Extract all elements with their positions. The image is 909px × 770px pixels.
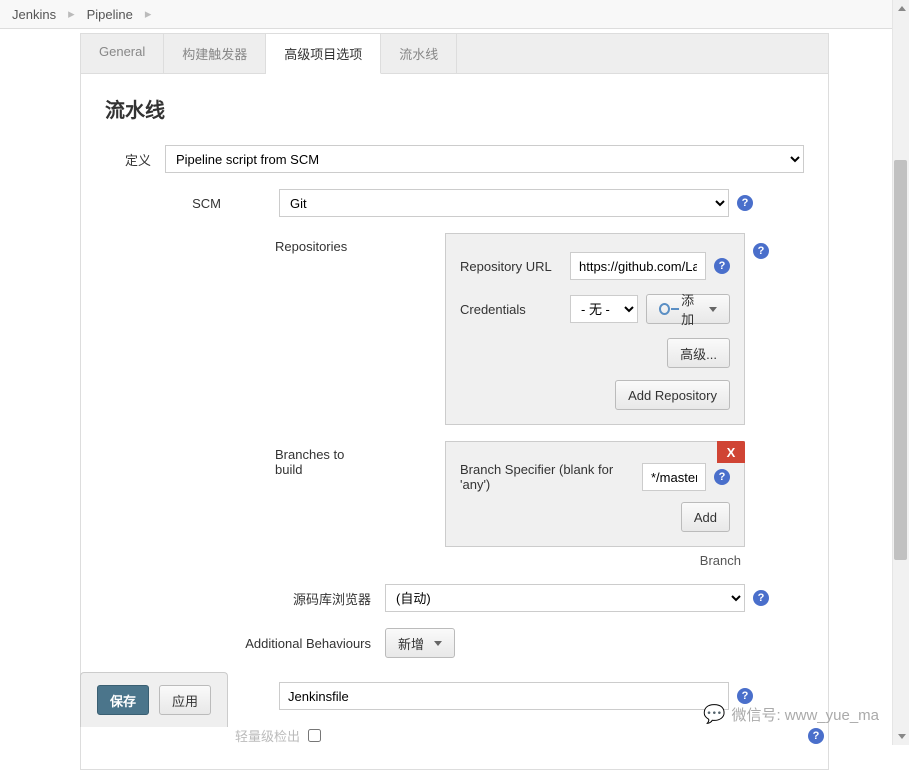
help-icon[interactable]: ? bbox=[737, 688, 753, 704]
help-icon[interactable]: ? bbox=[808, 728, 824, 744]
breadcrumb-separator: ▸ bbox=[145, 6, 152, 22]
breadcrumb-jenkins[interactable]: Jenkins bbox=[12, 7, 56, 22]
row-lightweight-checkout: 轻量级检出 ? bbox=[235, 726, 804, 745]
scrollbar[interactable] bbox=[892, 0, 909, 745]
select-repo-browser[interactable]: (自动) bbox=[385, 584, 745, 612]
apply-button[interactable]: 应用 bbox=[159, 685, 211, 715]
help-icon[interactable]: ? bbox=[753, 243, 769, 259]
select-credentials[interactable]: - 无 - bbox=[570, 295, 638, 323]
help-icon[interactable]: ? bbox=[737, 195, 753, 211]
input-script-path[interactable] bbox=[279, 682, 729, 710]
label-definition: 定义 bbox=[105, 150, 165, 169]
help-icon[interactable]: ? bbox=[714, 469, 730, 485]
chevron-down-icon bbox=[434, 641, 442, 646]
help-icon[interactable]: ? bbox=[753, 590, 769, 606]
row-branches: Branches to build X Branch Specifier (bl… bbox=[105, 441, 804, 568]
watermark-text: 微信号: www_yue_ma bbox=[731, 704, 879, 725]
panel-branch: X Branch Specifier (blank for 'any') ? A… bbox=[445, 441, 745, 547]
label-scm: SCM bbox=[105, 196, 235, 211]
label-branches: Branches to build bbox=[105, 441, 385, 477]
help-icon[interactable]: ? bbox=[714, 258, 730, 274]
tab-pipeline[interactable]: 流水线 bbox=[381, 34, 457, 73]
input-branch-specifier[interactable] bbox=[642, 463, 706, 491]
checkbox-lightweight-checkout[interactable] bbox=[308, 729, 321, 742]
watermark: 💬 微信号: www_yue_ma bbox=[703, 704, 879, 725]
scrollbar-down[interactable] bbox=[893, 728, 909, 745]
label-branch-specifier: Branch Specifier (blank for 'any') bbox=[460, 462, 642, 492]
save-button[interactable]: 保存 bbox=[97, 685, 149, 715]
button-delete-branch[interactable]: X bbox=[717, 441, 745, 463]
tab-build-triggers[interactable]: 构建触发器 bbox=[164, 34, 266, 73]
row-repo-browser: 源码库浏览器 (自动) ? bbox=[105, 584, 804, 612]
add-behaviour-label: 新增 bbox=[398, 634, 424, 653]
tab-general[interactable]: General bbox=[81, 34, 164, 73]
button-add-behaviour[interactable]: 新增 bbox=[385, 628, 455, 658]
label-repositories: Repositories bbox=[105, 233, 385, 254]
wechat-icon: 💬 bbox=[703, 704, 725, 725]
row-definition: 定义 Pipeline script from SCM bbox=[105, 145, 804, 173]
section-title-pipeline: 流水线 bbox=[105, 94, 804, 123]
breadcrumb: Jenkins ▸ Pipeline ▸ bbox=[0, 0, 909, 29]
label-repo-browser: 源码库浏览器 bbox=[105, 589, 385, 608]
panel-repository: Repository URL ? Credentials - 无 - bbox=[445, 233, 745, 425]
label-credentials: Credentials bbox=[460, 302, 570, 317]
bottom-action-bar: 保存 应用 bbox=[80, 672, 228, 727]
label-additional-behaviours: Additional Behaviours bbox=[105, 636, 385, 651]
breadcrumb-separator: ▸ bbox=[68, 6, 75, 22]
scrollbar-thumb[interactable] bbox=[894, 160, 907, 560]
select-scm[interactable]: Git bbox=[279, 189, 729, 217]
input-repo-url[interactable] bbox=[570, 252, 706, 280]
button-add-branch[interactable]: Add bbox=[681, 502, 730, 532]
key-icon bbox=[659, 303, 670, 315]
button-add-repository[interactable]: Add Repository bbox=[615, 380, 730, 410]
button-advanced[interactable]: 高级... bbox=[667, 338, 730, 368]
config-tabs: General 构建触发器 高级项目选项 流水线 bbox=[80, 33, 829, 73]
label-lightweight-checkout: 轻量级检出 bbox=[235, 726, 300, 745]
row-repositories: Repositories Repository URL ? Credential… bbox=[105, 233, 804, 425]
scrollbar-up[interactable] bbox=[893, 0, 909, 17]
label-repo-url: Repository URL bbox=[460, 259, 570, 274]
caption-branch: Branch bbox=[445, 553, 745, 568]
button-add-credentials[interactable]: 添加 bbox=[646, 294, 730, 324]
row-additional-behaviours: Additional Behaviours 新增 bbox=[105, 628, 804, 658]
config-panel: 流水线 定义 Pipeline script from SCM SCM Git … bbox=[80, 73, 829, 770]
select-definition[interactable]: Pipeline script from SCM bbox=[165, 145, 804, 173]
tab-advanced-project-options[interactable]: 高级项目选项 bbox=[266, 34, 381, 74]
breadcrumb-pipeline[interactable]: Pipeline bbox=[87, 7, 133, 22]
row-scm: SCM Git ? bbox=[105, 189, 804, 217]
chevron-down-icon bbox=[709, 307, 717, 312]
add-credentials-label: 添加 bbox=[676, 290, 699, 328]
